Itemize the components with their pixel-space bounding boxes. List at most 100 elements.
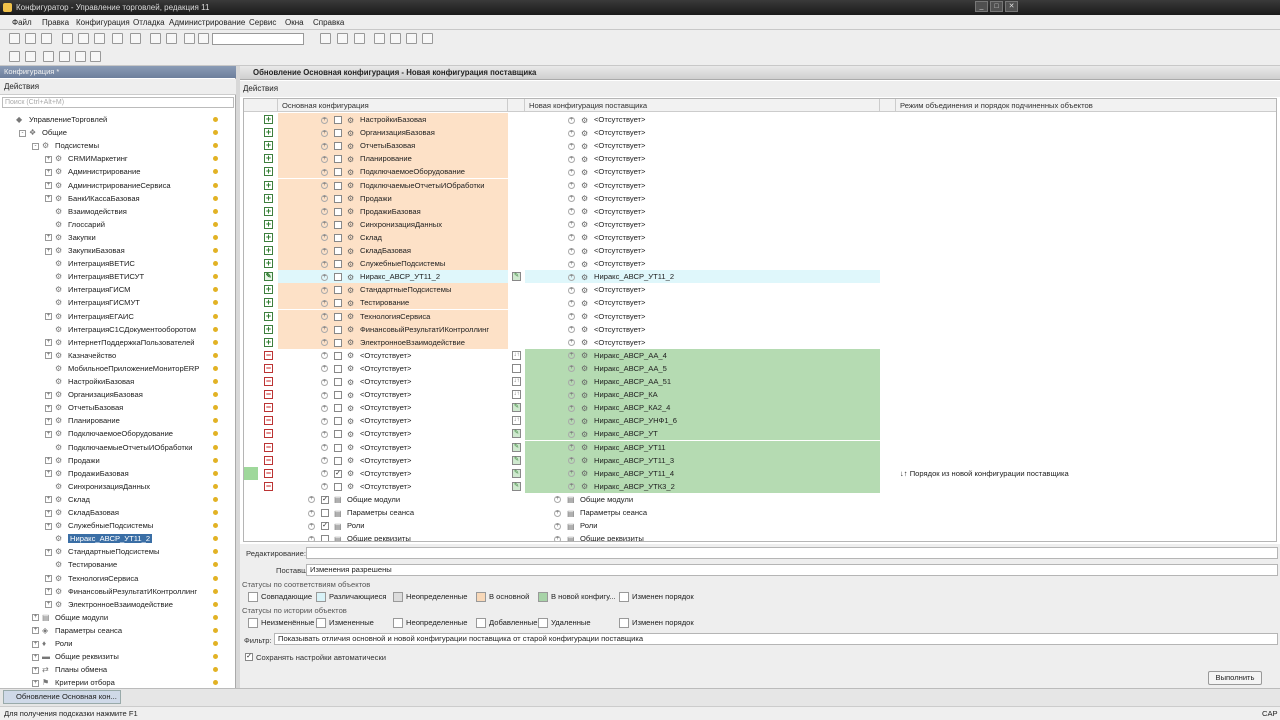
menu-item-6[interactable]: Окна [285, 18, 304, 27]
merge-checkbox[interactable] [334, 338, 342, 347]
toolbar1-button-5[interactable] [94, 33, 105, 44]
tree-node[interactable]: ⚙ ИнтеграцияГИСМУТ [45, 296, 140, 309]
toolbar1-button-14[interactable] [354, 33, 365, 44]
toolbar1-button-13[interactable] [337, 33, 348, 44]
tree-node[interactable]: + ⚙ Продажи [45, 454, 100, 467]
expand-toggle-icon[interactable]: + [45, 470, 52, 478]
tree-node[interactable]: ⚙ СинхронизацияДанных [45, 480, 150, 493]
expand-toggle-icon[interactable]: + [554, 496, 561, 504]
merge-checkbox[interactable] [334, 286, 342, 295]
expand-toggle-icon[interactable]: + [568, 129, 575, 137]
tree-node[interactable]: ⚙ ИнтеграцияГИСМ [45, 283, 130, 296]
compare-row[interactable]: + + ⚙ ТехнологияСервиса + ⚙ <Отсутствует> [244, 309, 1276, 323]
toolbar1-button-18[interactable] [422, 33, 433, 44]
compare-row[interactable]: − + ⚙ <Отсутствует> ✎ + ⚙ Ниракс_АВСР_УТК3_2 [244, 479, 1276, 493]
toolbar1-button-9[interactable] [166, 33, 177, 44]
expand-toggle-icon[interactable]: + [45, 155, 52, 163]
merge-checkbox[interactable] [334, 325, 342, 334]
merge-checkbox[interactable] [334, 364, 342, 373]
order-changed-icon[interactable]: ↓↑ [512, 390, 521, 400]
expand-toggle-icon[interactable]: + [32, 640, 39, 648]
compare-row[interactable]: + ▤ Параметры сеанса + ▤ Параметры сеанса [244, 506, 1276, 519]
expand-toggle-icon[interactable]: + [45, 234, 52, 242]
expand-toggle-icon[interactable]: + [308, 535, 315, 541]
compare-row[interactable]: − + ⚙ <Отсутствует> ✎ + ⚙ Ниракс_АВСР_КА2_4 [244, 401, 1276, 415]
merge-checkbox[interactable] [334, 273, 342, 282]
merge-checkbox[interactable] [334, 233, 342, 242]
expand-toggle-icon[interactable]: + [45, 182, 52, 189]
expand-toggle-icon[interactable]: + [568, 391, 575, 399]
compare-row[interactable]: + + ⚙ СлужебныеПодсистемы + ⚙ <Отсутствует> [244, 257, 1276, 271]
toolbar1-button-12[interactable] [320, 33, 331, 44]
tree-node[interactable]: + ⚙ Закупки [45, 231, 96, 244]
expand-toggle-icon[interactable]: + [568, 365, 575, 373]
compare-row[interactable]: + ▤ Общие реквизиты + ▤ Общие реквизиты [244, 532, 1276, 541]
merge-checkbox[interactable] [334, 181, 342, 190]
expand-toggle-icon[interactable]: + [32, 627, 39, 635]
expand-toggle-icon[interactable]: - [19, 129, 26, 137]
expand-toggle-icon[interactable]: + [321, 483, 328, 491]
menu-item-0[interactable]: Файл [12, 18, 32, 27]
actions-menu[interactable]: Действия [4, 82, 39, 91]
expand-toggle-icon[interactable]: + [568, 273, 575, 281]
expand-toggle-icon[interactable]: + [568, 299, 575, 307]
toolbar1-button-6[interactable] [112, 33, 123, 44]
tree-node[interactable]: ⚙ НастройкиБазовая [45, 375, 134, 388]
toolbar2-button-0[interactable] [9, 51, 20, 62]
changed-mark-icon[interactable]: ✎ [512, 272, 521, 282]
expand-toggle-icon[interactable]: + [321, 326, 328, 334]
toolbar1-button-10[interactable] [184, 33, 195, 44]
merge-checkbox[interactable] [334, 142, 342, 151]
tree-node[interactable]: + ⚙ АдминистрированиеСервиса [45, 179, 171, 192]
compare-row[interactable]: + + ⚙ СкладБазовая + ⚙ <Отсутствует> [244, 244, 1276, 257]
tree-node[interactable]: + ⚙ ИнтернетПоддержкаПользователей [45, 336, 195, 349]
toolbar2-button-2[interactable] [43, 51, 54, 62]
compare-row[interactable]: + + ⚙ СинхронизацияДанных + ⚙ <Отсутствует> [244, 217, 1276, 231]
tree-node[interactable]: ⚙ Взаимодействия [45, 205, 127, 218]
expand-toggle-icon[interactable]: + [32, 666, 39, 674]
merge-checkbox[interactable] [334, 456, 342, 465]
tree-node[interactable]: - ⚙ Подсистемы [32, 139, 99, 152]
search-combo[interactable] [212, 33, 304, 45]
expand-toggle-icon[interactable]: + [321, 339, 328, 347]
toolbar1-button-0[interactable] [9, 33, 20, 44]
toolbar2-button-1[interactable] [25, 51, 36, 62]
tree-node[interactable]: ◆ УправлениеТорговлей [6, 113, 107, 126]
merge-checkbox[interactable] [334, 207, 342, 216]
compare-row[interactable]: + + ⚙ ПодключаемыеОтчетыИОбработки + ⚙ <Отсутс… [244, 178, 1276, 192]
expand-toggle-icon[interactable]: + [45, 575, 52, 582]
run-button[interactable]: Выполнить [1208, 671, 1262, 685]
toolbar1-button-15[interactable] [374, 33, 385, 44]
compare-row[interactable]: + + ⚙ Склад + ⚙ <Отсутствует> [244, 230, 1276, 244]
expand-toggle-icon[interactable]: + [568, 430, 575, 438]
col-mode[interactable]: Режим объединения и порядок подчиненных … [896, 99, 1276, 112]
expand-toggle-icon[interactable]: + [568, 470, 575, 478]
expand-toggle-icon[interactable]: + [568, 116, 575, 124]
col-new-config[interactable]: Новая конфигурация поставщика [525, 99, 880, 112]
tree-node[interactable]: + ▬ Общие реквизиты [32, 650, 119, 663]
tree-node[interactable]: + ⚙ ОрганизацияБазовая [45, 388, 143, 401]
compare-row[interactable]: + ✓ ▤ Роли + ▤ Роли [244, 519, 1276, 532]
toolbar2-button-3[interactable] [59, 51, 70, 62]
tree-node[interactable]: + ⚙ ЭлектронноеВзаимодействие [45, 598, 173, 611]
expand-toggle-icon[interactable]: + [32, 614, 39, 622]
expand-toggle-icon[interactable]: + [321, 195, 328, 203]
merge-checkbox[interactable] [334, 312, 342, 321]
merge-mode-cell[interactable]: ↓↑ Порядок из новой конфигурации поставщ… [900, 467, 1069, 480]
toolbar1-button-4[interactable] [78, 33, 89, 44]
tree-node[interactable]: + ⚙ СлужебныеПодсистемы [45, 519, 153, 532]
edit-field[interactable] [306, 547, 1278, 559]
changed-mark-icon[interactable]: ✎ [512, 403, 521, 413]
expand-toggle-icon[interactable]: + [554, 535, 561, 541]
merge-checkbox[interactable] [334, 404, 342, 413]
expand-toggle-icon[interactable]: + [321, 457, 328, 465]
tree-node[interactable]: ⚙ ИнтеграцияС1СДокументооборотом [45, 323, 196, 336]
tree-node[interactable]: + ⚙ ИнтеграцияЕГАИС [45, 310, 134, 323]
expand-toggle-icon[interactable]: + [308, 522, 315, 530]
expand-toggle-icon[interactable]: + [568, 339, 575, 347]
tree-node[interactable]: ⚙ ПодключаемыеОтчетыИОбработки [45, 441, 192, 454]
minimize-button[interactable]: _ [975, 1, 988, 12]
merge-checkbox[interactable] [334, 482, 342, 491]
expand-toggle-icon[interactable]: + [45, 404, 52, 412]
compare-row[interactable]: + + ⚙ ЭлектронноеВзаимодействие + ⚙ <Отсутству… [244, 335, 1276, 349]
